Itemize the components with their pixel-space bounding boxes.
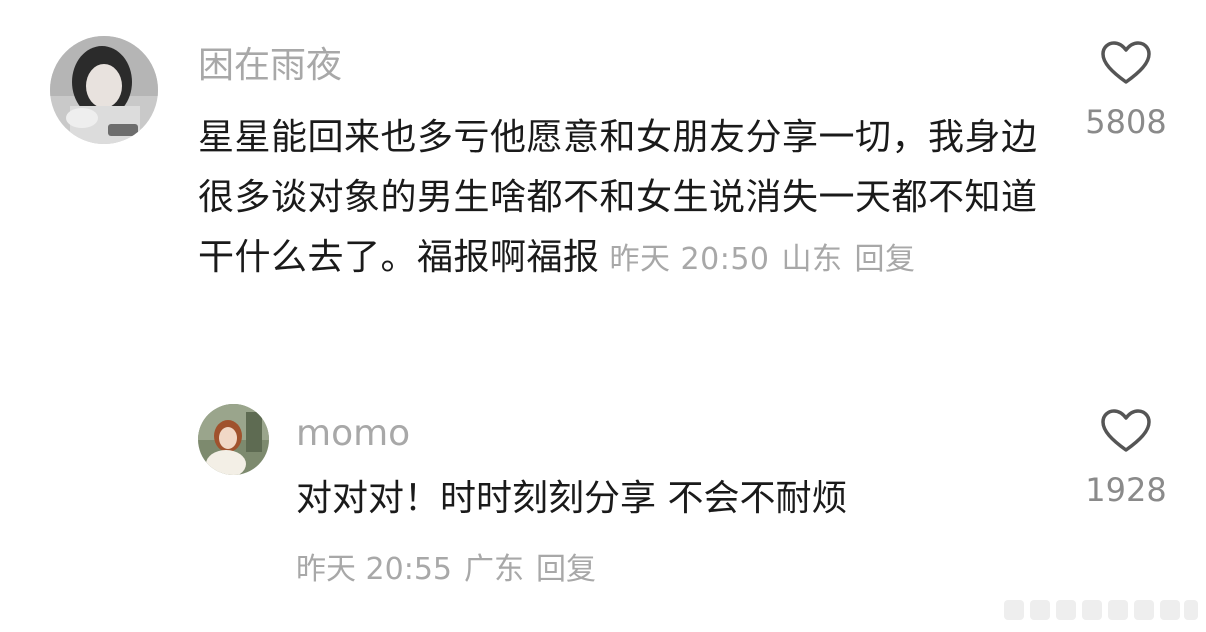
replier-avatar[interactable] <box>198 404 269 475</box>
reply-button[interactable]: 回复 <box>855 242 916 277</box>
watermark-logo-icon <box>1004 600 1198 620</box>
replier-username[interactable]: momo <box>296 414 410 454</box>
comment-location: 山东 <box>781 242 843 277</box>
reply-time: 昨天 20:55 <box>296 552 452 587</box>
comment-thread: 困在雨夜 星星能回来也多亏他愿意和女朋友分享一切，我身边很多谈对象的男生啥都不和… <box>0 0 1206 632</box>
avatar-photo-icon <box>50 36 158 144</box>
reply-button[interactable]: 回复 <box>536 552 596 587</box>
like-count: 1928 <box>1085 471 1167 509</box>
avatar-photo-icon <box>198 404 269 475</box>
heart-outline-icon <box>1101 409 1151 452</box>
reply-meta: 昨天 20:55 广东 回复 <box>296 550 608 590</box>
commenter-username[interactable]: 困在雨夜 <box>198 46 342 86</box>
heart-outline-icon <box>1101 41 1151 84</box>
comment-body: 星星能回来也多亏他愿意和女朋友分享一切，我身边很多谈对象的男生啥都不和女生说消失… <box>198 108 1038 290</box>
comment-meta: 昨天 20:50 山东 回复 <box>610 242 928 277</box>
reply-location: 广东 <box>464 552 524 587</box>
comment-time: 昨天 20:50 <box>609 242 770 277</box>
reply-text: 对对对！时时刻刻分享 不会不耐烦 <box>296 478 848 519</box>
commenter-avatar[interactable] <box>50 36 158 144</box>
like-button[interactable]: 1928 <box>1066 408 1186 510</box>
like-button[interactable]: 5808 <box>1066 40 1186 142</box>
like-count: 5808 <box>1085 103 1167 141</box>
